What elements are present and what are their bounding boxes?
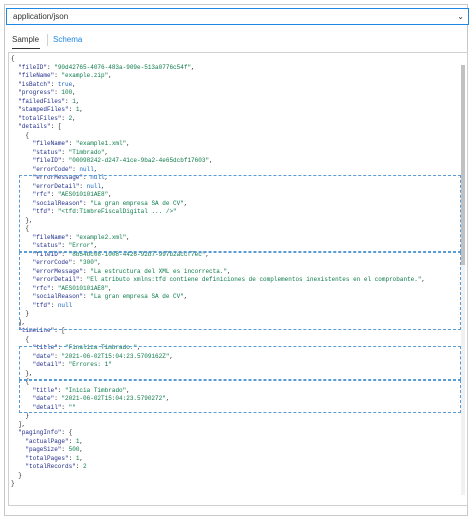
code-line: "pageSize": 500, xyxy=(25,446,84,453)
code-line: { xyxy=(11,55,15,62)
code-line: "stampedFiles": 1, xyxy=(18,106,84,113)
code-line: "detail": "Errores: 1" xyxy=(32,361,112,368)
code-line: "fileName": "example.zip", xyxy=(18,72,112,79)
code-line: "totalPages": 1, xyxy=(25,454,84,462)
code-line: "details": [ xyxy=(18,123,62,130)
tab-sample[interactable]: Sample xyxy=(12,34,39,46)
code-line: } xyxy=(25,310,30,317)
code-line: "fileName": "example1.xml", xyxy=(32,140,130,147)
code-line: "errorCode": "300", xyxy=(32,259,102,266)
code-line: ], xyxy=(18,420,26,428)
code-line: "fileID": "8b54bc08-1008-4426-92b7-997b2… xyxy=(32,250,210,258)
code-line: "detail": "" xyxy=(32,403,76,411)
code-line: "isBatch": true, xyxy=(18,80,76,88)
code-line: "errorMessage": "La estructura del XML e… xyxy=(32,267,231,275)
json-sample-viewer[interactable]: { "fileID": "90d42765-4076-483a-909e-513… xyxy=(8,52,468,506)
scrollbar-thumb[interactable] xyxy=(461,65,465,265)
code-line: } xyxy=(18,471,22,479)
code-line: "title": "Inicia Timbrado", xyxy=(32,386,130,394)
code-line: "totalFiles": 2, xyxy=(18,114,76,122)
code-line: { xyxy=(25,131,30,139)
code-line: "status": "Error", xyxy=(32,242,98,249)
code-line: "socialReason": "La gran empresa SA de C… xyxy=(32,293,188,300)
code-line: ], xyxy=(18,318,26,326)
code-line: "totalRecords": 2 xyxy=(25,463,87,470)
code-line: }, xyxy=(25,369,33,377)
code-line: "fileID": "00098242-d247-41ce-9ba2-4e65d… xyxy=(32,157,213,164)
code-line: "rfc": "AES010101AE8", xyxy=(32,284,112,292)
active-tab-indicator xyxy=(12,48,40,49)
code-line: "socialReason": "La gran empresa SA de C… xyxy=(32,199,188,207)
json-code-block: { "fileID": "90d42765-4076-483a-909e-513… xyxy=(11,55,425,489)
code-line: } xyxy=(11,480,15,487)
code-line: "errorDetail": null, xyxy=(32,182,105,190)
code-line: "failedFiles": 1, xyxy=(18,97,80,105)
code-line: "errorCode": null, xyxy=(32,165,98,173)
chevron-down-icon: ⌄ xyxy=(457,12,464,21)
code-line: "actualPage": 1, xyxy=(25,437,84,445)
code-line: "errorMessage": null, xyxy=(32,174,109,181)
code-line: "tfd": "<tfd:TimbreFiscalDigital ... />" xyxy=(32,208,177,215)
code-line: { xyxy=(25,225,30,232)
code-line: }, xyxy=(25,216,33,224)
content-type-label: application/json xyxy=(13,12,69,21)
tab-divider xyxy=(47,34,48,46)
content-type-select[interactable]: application/json ⌄ xyxy=(6,8,469,25)
code-line: "title": "Finaliza Timbrado.", xyxy=(32,344,141,351)
tab-schema[interactable]: Schema xyxy=(53,34,82,46)
code-line: } xyxy=(25,412,30,419)
code-line: "progress": 100, xyxy=(18,89,76,96)
code-line: "date": "2021-06-02T15:04:23.5790272", xyxy=(32,395,170,402)
code-line: "fileName": "example2.xml", xyxy=(32,233,130,241)
code-line: "fileID": "90d42765-4076-483a-909e-513a0… xyxy=(18,63,195,71)
code-line: "rfc": "AES010101AE8", xyxy=(32,191,112,198)
code-line: { xyxy=(25,378,30,385)
code-line: "tfd": null xyxy=(32,301,73,309)
code-line: "pagingInfo": { xyxy=(18,429,73,436)
code-line: "date": "2021-06-02T15:04:23.5709162Z", xyxy=(32,352,174,360)
code-line: { xyxy=(25,335,30,343)
code-line: "errorDetail": "El atributo xmlns:tfd co… xyxy=(32,276,426,283)
code-line: "timeLine": [ xyxy=(18,327,66,334)
code-line: "status": "Timbrado", xyxy=(32,148,109,156)
vertical-scrollbar[interactable] xyxy=(461,65,465,495)
